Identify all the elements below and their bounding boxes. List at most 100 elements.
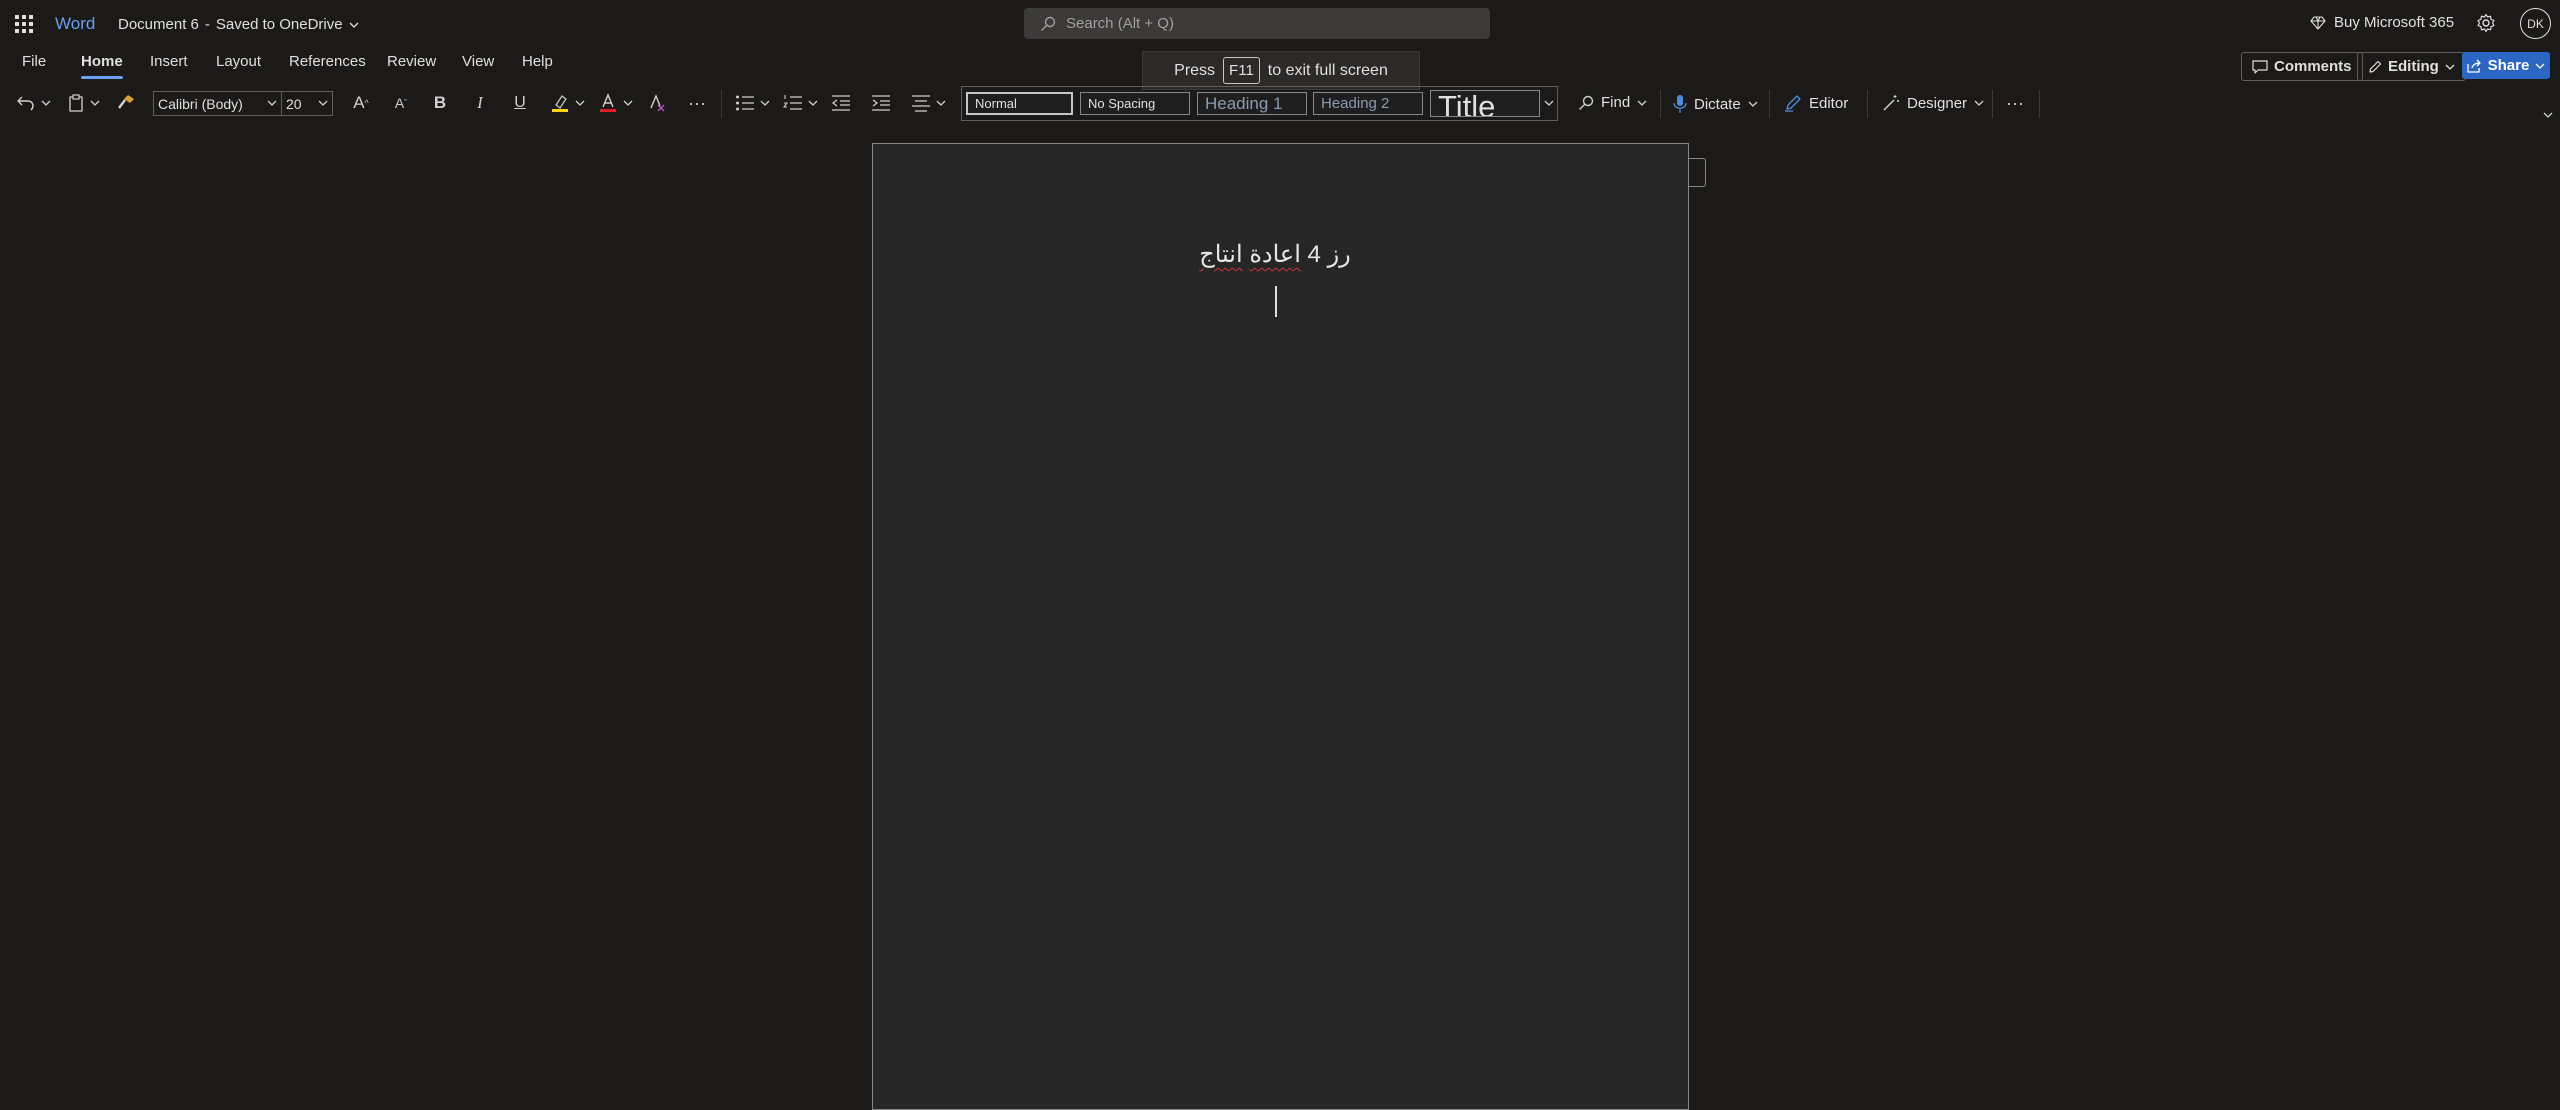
tab-view[interactable]: View: [462, 53, 494, 70]
style-heading-2[interactable]: Heading 2: [1313, 92, 1423, 115]
align-center-icon[interactable]: [909, 91, 933, 115]
tab-file[interactable]: File: [22, 53, 46, 70]
tab-references[interactable]: References: [289, 53, 366, 70]
document-word-misspelled: اعادة: [1249, 241, 1301, 268]
document-word: 4: [1307, 241, 1321, 268]
bullets-chevron-down-icon[interactable]: [759, 96, 771, 110]
more-options-icon[interactable]: ···: [2002, 91, 2028, 115]
style-no-spacing[interactable]: No Spacing: [1080, 92, 1190, 115]
editor-button[interactable]: Editor: [1784, 94, 1848, 112]
clipboard-icon[interactable]: [64, 92, 88, 114]
search-placeholder: Search (Alt + Q): [1066, 15, 1174, 32]
microphone-icon: [1673, 94, 1687, 114]
tab-review[interactable]: Review: [387, 53, 436, 70]
italic-icon[interactable]: I: [468, 91, 492, 115]
document-heading-line[interactable]: رز 4 اعادة انتاج: [1100, 240, 1450, 269]
editing-label: Editing: [2388, 58, 2439, 75]
toast-suffix: to exit full screen: [1267, 61, 1388, 79]
align-chevron-down-icon[interactable]: [935, 96, 947, 110]
chevron-down-icon: [2445, 62, 2455, 72]
styles-expand-chevron-icon[interactable]: [1543, 94, 1555, 112]
diamond-icon: [2310, 15, 2326, 31]
buy-label: Buy Microsoft 365: [2334, 14, 2455, 31]
style-title[interactable]: Title: [1430, 90, 1540, 117]
undo-icon[interactable]: [14, 92, 38, 114]
chevron-down-icon: [1637, 98, 1647, 108]
chevron-down-icon: [2535, 61, 2545, 71]
document-title-menu[interactable]: Document 6 - Saved to OneDrive: [118, 16, 359, 33]
editing-mode-button[interactable]: Editing: [2357, 52, 2466, 81]
editor-label: Editor: [1809, 94, 1849, 112]
share-button[interactable]: Share: [2462, 52, 2550, 79]
font-color-chevron-down-icon[interactable]: [622, 96, 634, 110]
style-normal[interactable]: Normal: [966, 92, 1073, 115]
magic-wand-icon: [1882, 94, 1900, 112]
bold-icon[interactable]: B: [428, 91, 452, 115]
divider: [1867, 90, 1868, 118]
underline-icon[interactable]: U: [508, 91, 532, 115]
comments-label: Comments: [2274, 58, 2352, 75]
font-color-icon[interactable]: [596, 91, 620, 115]
divider: [1660, 90, 1661, 118]
document-page[interactable]: [872, 143, 1689, 1110]
chevron-down-icon: [1748, 99, 1758, 109]
divider: [1769, 90, 1770, 118]
tab-help[interactable]: Help: [522, 53, 553, 70]
increase-indent-icon[interactable]: [869, 91, 893, 115]
save-status: Saved to OneDrive: [215, 16, 343, 33]
shrink-font-icon[interactable]: Aˇ: [389, 91, 413, 115]
numbering-icon[interactable]: [781, 91, 805, 115]
search-box[interactable]: Search (Alt + Q): [1024, 8, 1490, 39]
share-icon: [2466, 59, 2482, 73]
decrease-indent-icon[interactable]: [829, 91, 853, 115]
format-painter-icon[interactable]: [114, 91, 138, 113]
buy-microsoft-365-button[interactable]: Buy Microsoft 365: [2310, 14, 2454, 31]
find-label: Find: [1601, 94, 1631, 111]
undo-chevron-down-icon[interactable]: [40, 96, 52, 110]
share-label: Share: [2487, 57, 2530, 74]
numbering-chevron-down-icon[interactable]: [807, 96, 819, 110]
style-heading-1[interactable]: Heading 1: [1197, 92, 1307, 115]
title-separator: -: [204, 16, 210, 33]
designer-button[interactable]: Designer: [1882, 94, 1984, 112]
page-side-handle[interactable]: [1689, 158, 1706, 187]
app-name[interactable]: Word: [55, 14, 95, 34]
dictate-label: Dictate: [1694, 95, 1741, 113]
chevron-down-icon: [317, 97, 329, 109]
more-font-options-icon[interactable]: ···: [684, 91, 710, 115]
tab-insert[interactable]: Insert: [150, 53, 188, 70]
designer-label: Designer: [1907, 94, 1968, 112]
chevron-down-icon: [349, 20, 359, 30]
grow-font-icon[interactable]: A ^: [349, 91, 373, 115]
divider: [2039, 90, 2040, 118]
user-avatar[interactable]: DK: [2520, 8, 2551, 39]
font-name-dropdown[interactable]: Calibri (Body): [153, 91, 282, 116]
tab-layout[interactable]: Layout: [216, 53, 261, 70]
bullets-icon[interactable]: [733, 91, 757, 115]
clear-formatting-icon[interactable]: [645, 91, 669, 115]
paste-chevron-down-icon[interactable]: [89, 96, 101, 110]
app-launcher-icon[interactable]: [14, 14, 34, 34]
highlighter-icon[interactable]: [548, 91, 572, 115]
font-name-value: Calibri (Body): [158, 95, 243, 112]
search-icon: [1578, 95, 1594, 111]
comments-button[interactable]: Comments: [2241, 52, 2363, 81]
dictate-button[interactable]: Dictate: [1673, 94, 1758, 114]
document-word: رز: [1327, 241, 1351, 268]
highlight-chevron-down-icon[interactable]: [574, 96, 586, 110]
find-button[interactable]: Find: [1578, 94, 1647, 111]
settings-gear-icon[interactable]: [2476, 13, 2496, 33]
ribbon-collapse-chevron-icon[interactable]: [2541, 108, 2555, 122]
chevron-down-icon: [1974, 98, 1984, 108]
font-size-value: 20: [286, 95, 302, 112]
text-cursor: [1275, 286, 1277, 317]
document-name: Document 6: [118, 16, 199, 33]
toast-key: F11: [1223, 57, 1260, 84]
divider: [721, 90, 722, 118]
tab-home[interactable]: Home: [81, 53, 123, 79]
search-icon: [1040, 16, 1056, 32]
document-word-misspelled: انتاج: [1199, 241, 1243, 268]
font-size-dropdown[interactable]: 20: [281, 91, 333, 116]
editor-pen-icon: [1784, 94, 1802, 112]
chevron-down-icon: [266, 97, 278, 109]
